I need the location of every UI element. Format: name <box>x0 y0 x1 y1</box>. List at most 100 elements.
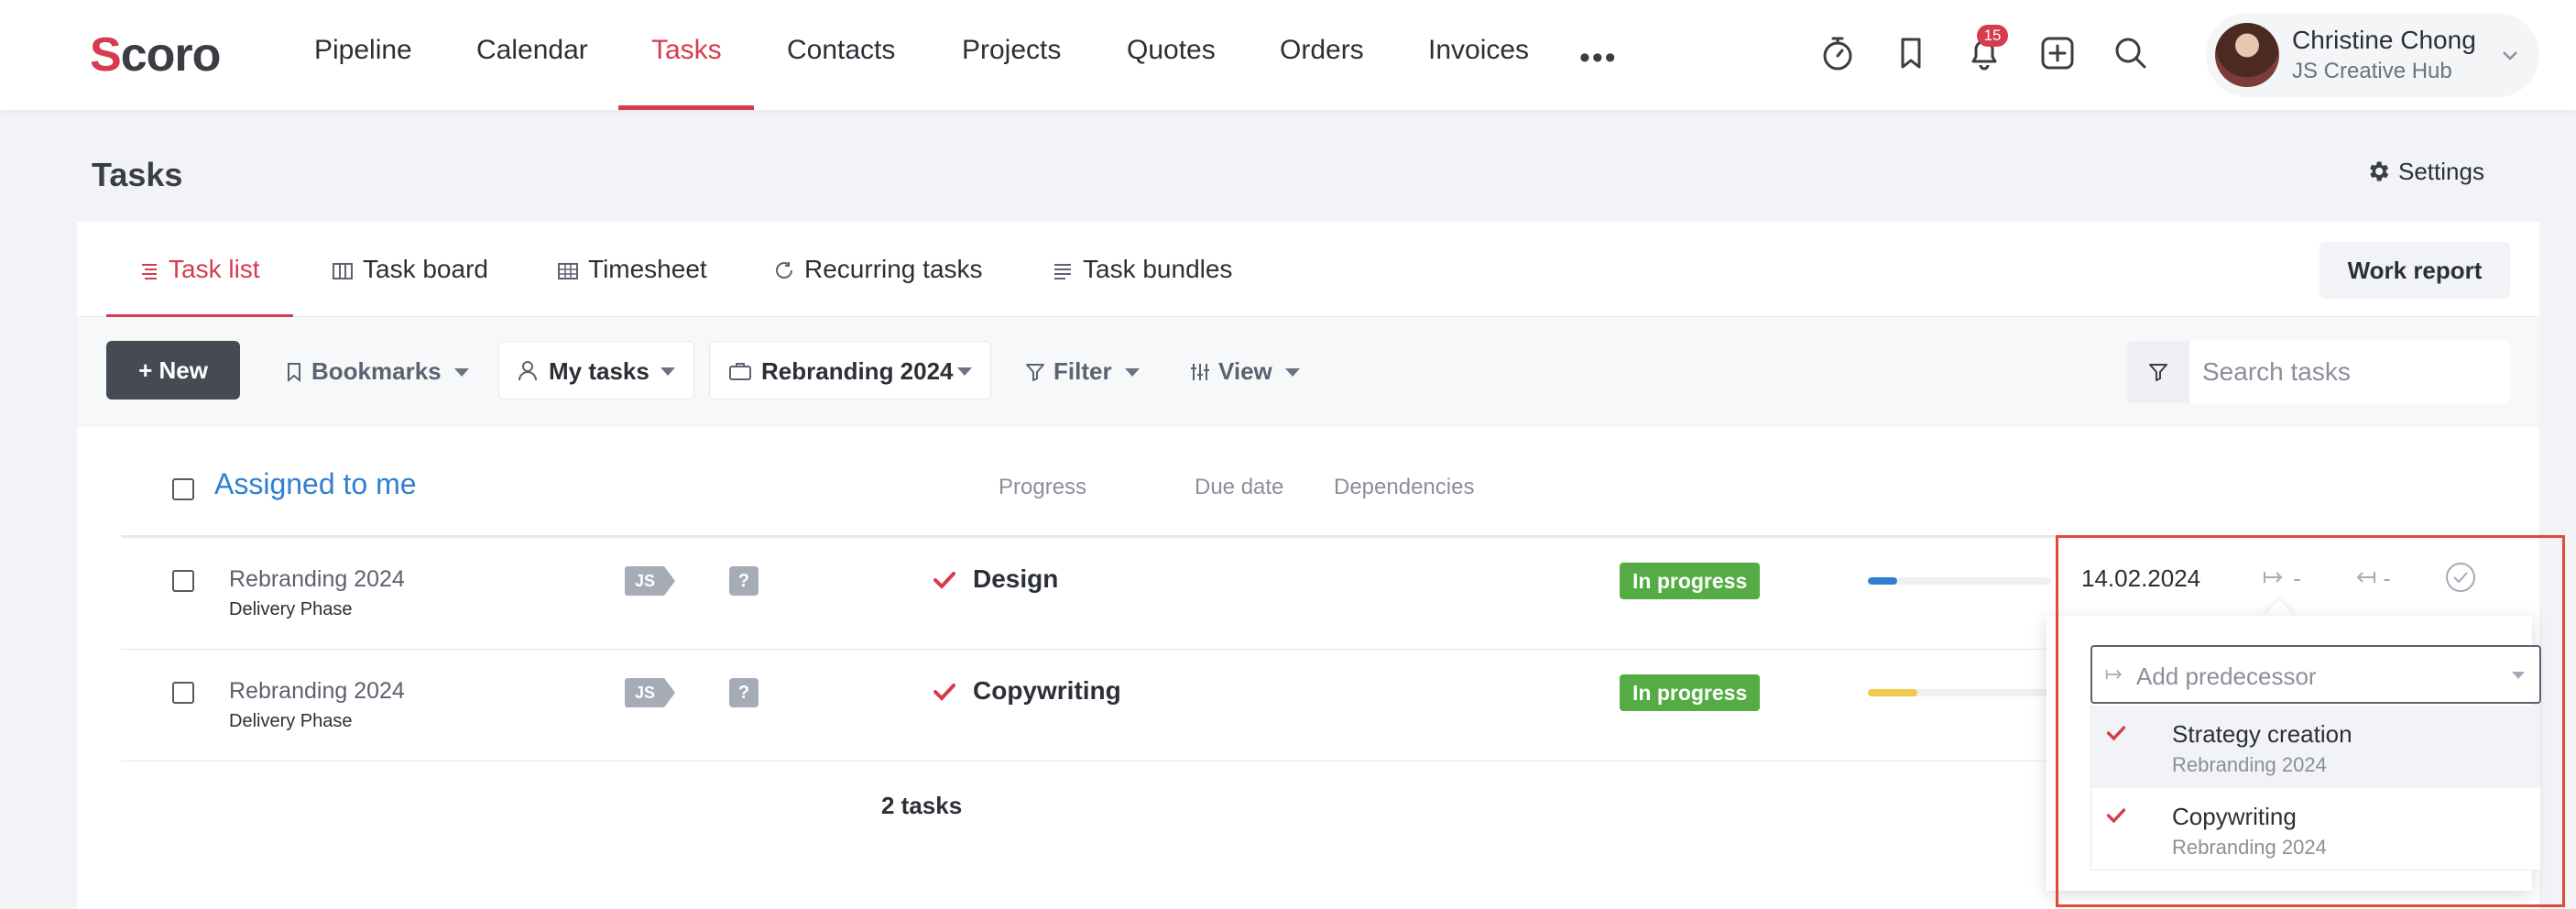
notification-badge: 15 <box>1977 25 2008 47</box>
unknown-assignee-tag[interactable]: ? <box>729 566 759 596</box>
group-title[interactable]: Assigned to me <box>214 467 417 501</box>
task-phase: Delivery Phase <box>229 599 353 619</box>
project-filter-label: Rebranding 2024 <box>761 357 954 385</box>
predecessor-icon <box>2264 572 2283 583</box>
grid-icon <box>558 263 578 279</box>
caret-down-icon <box>660 367 675 376</box>
progress-bar <box>1868 577 2051 585</box>
tab-recurring-tasks[interactable]: Recurring tasks <box>773 255 983 284</box>
add-predecessor-select[interactable] <box>2090 645 2541 704</box>
status-badge[interactable]: In progress <box>1620 674 1761 711</box>
stopwatch-icon[interactable] <box>1817 33 1858 73</box>
search-filter-button[interactable] <box>2127 341 2189 403</box>
active-nav-indicator <box>618 105 754 110</box>
bookmarks-dropdown[interactable]: Bookmarks <box>284 357 469 386</box>
assignee-tag[interactable]: JS <box>625 678 676 707</box>
filter-icon <box>2149 364 2167 381</box>
group-header: Assigned to me Progress Due date Depende… <box>77 460 2539 524</box>
nav-item-orders[interactable]: Orders <box>1280 35 1364 66</box>
caret-down-icon <box>2512 672 2525 679</box>
task-count: 2 tasks <box>881 792 963 819</box>
add-predecessor-input[interactable] <box>2136 658 2484 695</box>
task-name[interactable]: Design <box>973 564 1058 594</box>
sliders-icon <box>1191 364 1209 380</box>
option-title: Strategy creation <box>2172 720 2352 748</box>
bookmark-icon[interactable] <box>1891 33 1931 73</box>
view-dropdown[interactable]: View <box>1189 357 1300 386</box>
task-toolbar: + New Bookmarks My tasks Rebranding 2024… <box>77 317 2539 427</box>
nav-item-projects[interactable]: Projects <box>962 35 1061 66</box>
nav-item-calendar[interactable]: Calendar <box>476 35 588 66</box>
progress-bar <box>1868 689 2051 696</box>
successor-dependency[interactable]: - <box>2352 564 2391 593</box>
nav-item-quotes[interactable]: Quotes <box>1127 35 1216 66</box>
briefcase-icon <box>729 363 751 380</box>
tab-timesheet[interactable]: Timesheet <box>557 255 707 284</box>
avatar <box>2215 23 2279 87</box>
row-checkbox[interactable] <box>172 570 194 592</box>
view-tabs: Task list Task board Timesheet Recurring… <box>77 222 2539 317</box>
progress-fill <box>1868 689 1917 696</box>
predecessor-options: Strategy creation Rebranding 2024 Copywr… <box>2090 706 2541 871</box>
board-icon <box>333 263 353 279</box>
dependency-dropdown: Strategy creation Rebranding 2024 Copywr… <box>2047 616 2541 891</box>
column-header-dependencies[interactable]: Dependencies <box>1334 475 1474 500</box>
task-project[interactable]: Rebranding 2024 <box>229 566 405 593</box>
option-title: Copywriting <box>2172 803 2297 830</box>
check-icon <box>933 684 955 701</box>
check-icon <box>2106 808 2126 824</box>
progress-fill <box>1868 577 1897 585</box>
lines-icon <box>1054 264 1071 279</box>
settings-label: Settings <box>2398 158 2484 185</box>
page-title: Tasks <box>92 156 183 193</box>
settings-button[interactable]: Settings <box>2365 158 2484 186</box>
new-task-button[interactable]: + New <box>106 341 240 400</box>
user-menu[interactable]: Christine Chong JS Creative Hub <box>2206 13 2539 97</box>
nav-item-invoices[interactable]: Invoices <box>1428 35 1529 66</box>
task-phase: Delivery Phase <box>229 711 353 731</box>
tab-task-list[interactable]: Task list <box>139 255 260 284</box>
nav-item-tasks[interactable]: Tasks <box>651 35 722 66</box>
assignee-tag[interactable]: JS <box>625 566 676 596</box>
complete-task-icon[interactable] <box>2444 561 2477 594</box>
select-all-checkbox[interactable] <box>172 478 194 500</box>
status-badge[interactable]: In progress <box>1620 563 1761 599</box>
user-name: Christine Chong <box>2292 26 2476 54</box>
more-icon[interactable]: ••• <box>1579 40 1618 76</box>
task-search <box>2127 341 2510 403</box>
scoro-logo[interactable]: Scoro <box>90 27 221 82</box>
predecessor-option[interactable]: Copywriting Rebranding 2024 <box>2091 788 2540 871</box>
unknown-assignee-tag[interactable]: ? <box>729 678 759 707</box>
svg-text:JS: JS <box>635 572 655 590</box>
gear-icon <box>2370 161 2389 181</box>
column-header-due-date[interactable]: Due date <box>1195 475 1283 500</box>
nav-item-pipeline[interactable]: Pipeline <box>314 35 412 66</box>
svg-text:JS: JS <box>635 684 655 702</box>
project-filter-dropdown[interactable]: Rebranding 2024 <box>709 341 991 400</box>
predecessor-option[interactable]: Strategy creation Rebranding 2024 <box>2091 706 2540 788</box>
filter-dropdown[interactable]: Filter <box>1024 357 1140 386</box>
tab-task-bundles[interactable]: Task bundles <box>1052 255 1232 284</box>
due-date[interactable]: 14.02.2024 <box>2081 564 2200 593</box>
tab-task-board[interactable]: Task board <box>332 255 488 284</box>
check-icon <box>933 572 955 589</box>
user-company: JS Creative Hub <box>2292 59 2452 83</box>
row-checkbox[interactable] <box>172 682 194 704</box>
add-square-icon[interactable] <box>2037 33 2078 73</box>
search-icon[interactable] <box>2111 33 2151 73</box>
column-header-progress[interactable]: Progress <box>999 475 1086 500</box>
work-report-button[interactable]: Work report <box>2319 242 2510 299</box>
refresh-icon <box>776 262 793 279</box>
search-input[interactable] <box>2202 354 2495 390</box>
task-project[interactable]: Rebranding 2024 <box>229 678 405 705</box>
user-icon <box>518 361 537 381</box>
successor-icon <box>2356 572 2375 583</box>
task-name[interactable]: Copywriting <box>973 676 1121 706</box>
filter-icon <box>1026 364 1044 381</box>
caret-down-icon <box>957 367 972 376</box>
predecessor-dependency[interactable]: - <box>2263 564 2301 593</box>
predecessor-icon <box>2105 669 2123 680</box>
top-navigation: Scoro Pipeline Calendar Tasks Contacts P… <box>0 0 2576 110</box>
nav-item-contacts[interactable]: Contacts <box>787 35 895 66</box>
my-tasks-dropdown[interactable]: My tasks <box>498 341 694 400</box>
